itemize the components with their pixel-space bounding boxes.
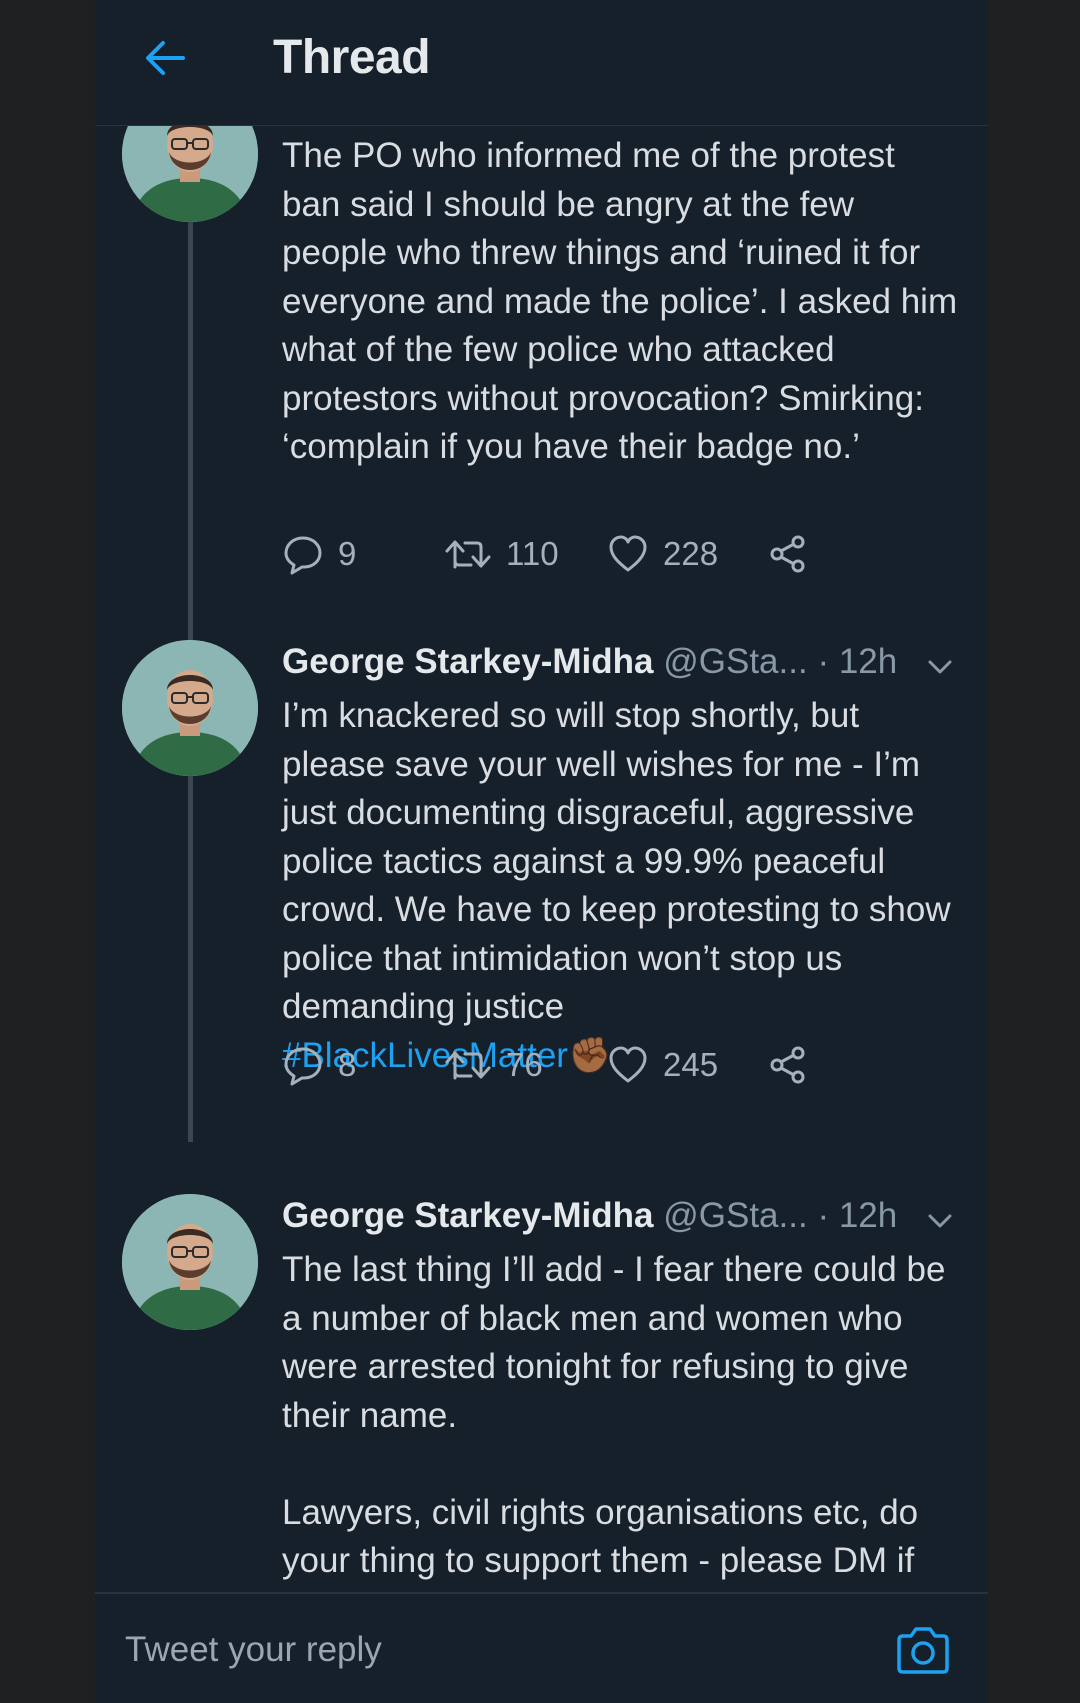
profile-photo [122,1194,258,1330]
reply-input[interactable] [123,1624,777,1676]
chevron-down-icon[interactable] [925,652,955,682]
heart-icon [609,535,647,572]
like-count: 245 [663,1046,719,1083]
author-handle[interactable]: @GSta... [663,1196,807,1235]
like-count: 228 [663,535,719,572]
reply-count: 8 [338,1046,357,1083]
retweet-button[interactable]: 76 [444,1040,543,1090]
top-bar: Thread [95,0,988,126]
tweet-time[interactable]: · 12h [817,1196,897,1235]
tweet-3[interactable]: George Starkey-Midha @GSta... · 12h The … [95,1194,988,1591]
retweet-count: 76 [506,1046,543,1083]
tweet-text: The last thing I’ll add - I fear there c… [282,1250,946,1580]
retweet-icon [445,540,491,569]
tweet-actions: 8 76 245 [282,1040,922,1090]
share-button[interactable] [767,529,809,579]
share-icon [770,1046,805,1084]
author-name[interactable]: George Starkey-Midha [282,642,654,681]
thread-screen: Thread The PO who informed me of the pro… [95,0,988,1703]
tweet-1[interactable]: The PO who informed me of the protest ba… [95,126,988,596]
reply-composer [95,1592,988,1703]
arrow-left-icon [146,41,185,75]
reply-icon [284,1047,322,1086]
tweet-2[interactable]: George Starkey-Midha @GSta... · 12h I’m … [95,640,988,1110]
back-button[interactable] [137,30,193,86]
avatar[interactable] [122,126,258,222]
share-button[interactable] [767,1040,809,1090]
tweet-body: I’m knackered so will stop shortly, but … [282,696,951,1026]
thread-timeline: The PO who informed me of the protest ba… [95,126,988,1591]
avatar[interactable] [122,640,258,776]
author-handle[interactable]: @GSta... [663,642,807,681]
camera-icon [897,1627,949,1674]
tweet-header: George Starkey-Midha @GSta... · 12h [282,642,897,682]
chevron-down-icon[interactable] [925,1206,955,1236]
share-icon [770,535,805,573]
reply-icon [284,536,322,575]
tweet-header: George Starkey-Midha @GSta... · 12h [282,1196,897,1236]
reply-count: 9 [338,535,357,572]
tweet-time[interactable]: · 12h [817,642,897,681]
profile-photo [122,126,258,222]
retweet-button[interactable]: 110 [444,529,559,579]
page-title: Thread [273,31,431,84]
add-photo-button[interactable] [895,1626,951,1676]
reply-button[interactable]: 8 [282,1040,356,1090]
tweet-actions: 9 110 228 [282,529,922,579]
reply-button[interactable]: 9 [282,529,356,579]
retweet-icon [445,1051,491,1080]
like-button[interactable]: 228 [607,529,718,579]
author-name[interactable]: George Starkey-Midha [282,1196,654,1235]
profile-photo [122,640,258,776]
avatar[interactable] [122,1194,258,1330]
tweet-text: I’m knackered so will stop shortly, but … [282,692,962,1080]
like-button[interactable]: 245 [607,1040,718,1090]
retweet-count: 110 [506,535,559,572]
heart-icon [609,1046,647,1083]
tweet-text: The PO who informed me of the protest ba… [282,136,958,466]
